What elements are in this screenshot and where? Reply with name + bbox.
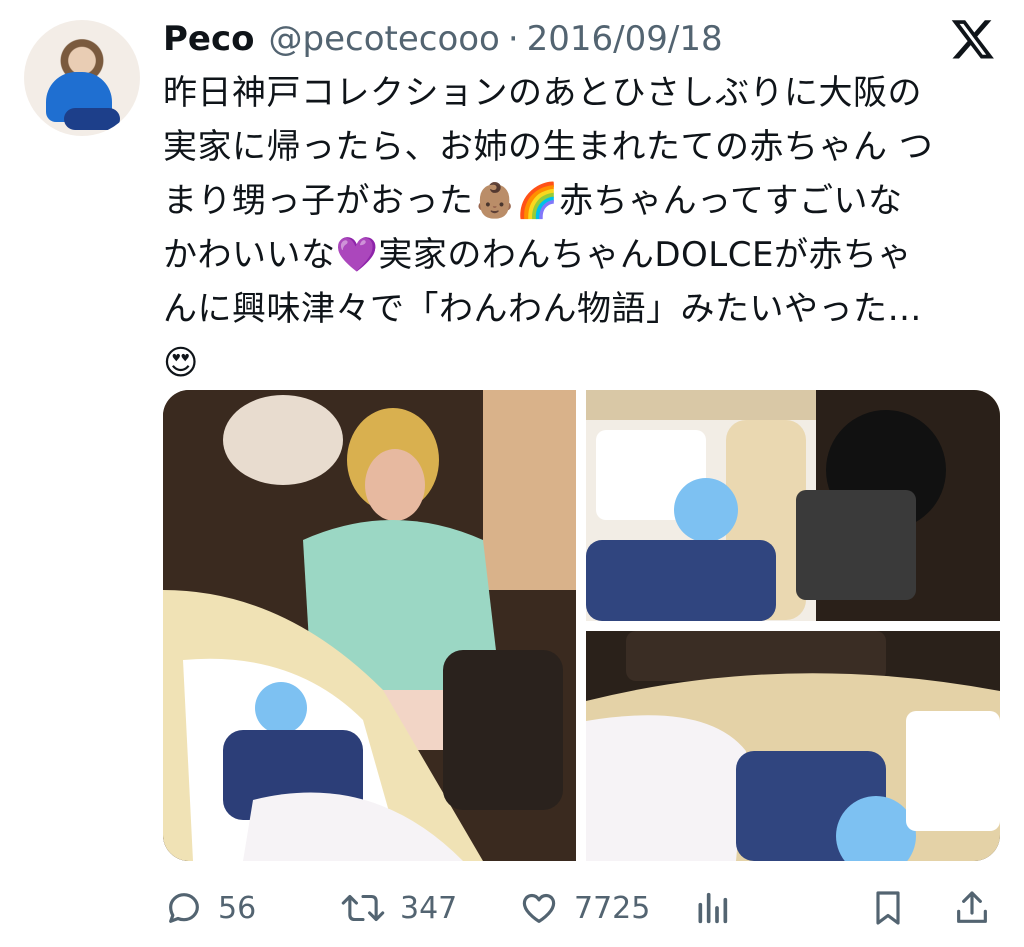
tweet-text: 昨日神戸コレクションのあとひさしぶりに大阪の 実家に帰ったら、お姉の生まれたての…: [163, 73, 934, 383]
separator-dot: ·: [507, 19, 519, 59]
tweet-actions: 56 347 7725: [0, 880, 1024, 936]
share-icon: [957, 891, 987, 923]
like-button[interactable]: 7725: [518, 880, 650, 936]
retweet-button[interactable]: 347: [340, 880, 457, 936]
share-button[interactable]: [952, 880, 992, 936]
retweet-icon: [341, 894, 385, 922]
author-avatar[interactable]: [24, 20, 140, 136]
reply-icon: [169, 893, 199, 923]
x-logo-icon[interactable]: [948, 16, 998, 62]
heart-icon: [522, 893, 556, 923]
avatar-figure-legs: [64, 108, 120, 130]
tweet-header: Peco @pecotecooo · 2016/09/18: [163, 16, 723, 62]
author-handle[interactable]: @pecotecooo: [269, 19, 500, 59]
author-name[interactable]: Peco: [163, 19, 255, 59]
views-button[interactable]: [692, 880, 732, 936]
like-count: 7725: [574, 890, 651, 926]
bookmark-icon: [876, 891, 900, 925]
photo-woman-with-baby[interactable]: [163, 390, 576, 861]
reply-button[interactable]: 56: [164, 880, 256, 936]
photo-baby-and-dog-illustration: [586, 390, 1000, 621]
views-chart-icon: [698, 892, 728, 924]
photo-baby-sleeping[interactable]: [586, 631, 1000, 861]
bookmark-button[interactable]: [868, 880, 908, 936]
retweet-count: 347: [400, 890, 458, 926]
photo-baby-and-dog[interactable]: [586, 390, 1000, 621]
photo-woman-with-baby-illustration: [163, 390, 576, 861]
media-grid[interactable]: [163, 390, 1000, 861]
tweet-date[interactable]: 2016/09/18: [527, 19, 723, 59]
reply-count: 56: [218, 890, 257, 926]
photo-baby-sleeping-illustration: [586, 631, 1000, 861]
